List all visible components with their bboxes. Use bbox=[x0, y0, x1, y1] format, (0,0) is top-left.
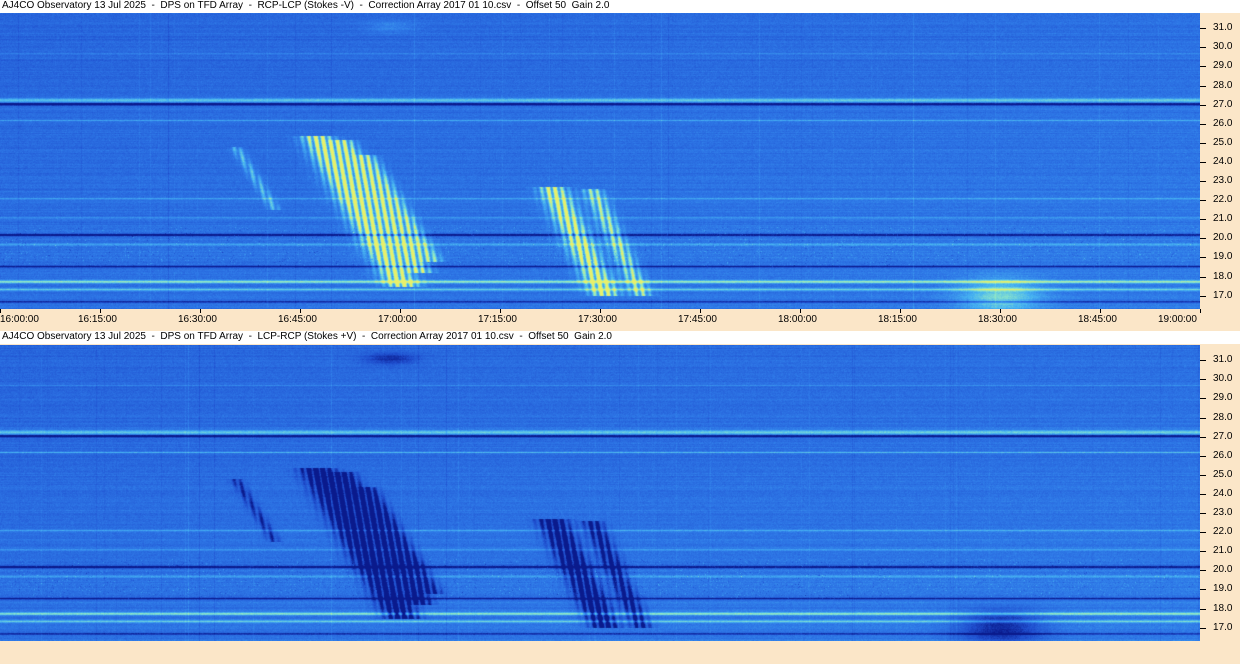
panel1-y-tick bbox=[1200, 296, 1206, 297]
panel1-y-tick bbox=[1200, 28, 1206, 29]
panel2-y-tick bbox=[1200, 379, 1206, 380]
panel1-x-tick-label: 16:15:00 bbox=[78, 314, 117, 325]
panel2-y-tick-label: 28.0 bbox=[1213, 412, 1233, 423]
panel2-y-tick bbox=[1200, 609, 1206, 610]
panel2-y-tick bbox=[1200, 360, 1206, 361]
panel2-y-tick-label: 27.0 bbox=[1213, 431, 1233, 442]
panel2-x-axis bbox=[0, 641, 1240, 664]
panel1-x-tick bbox=[800, 309, 801, 313]
panel2-y-tick bbox=[1200, 570, 1206, 571]
panel2-y-tick-label: 18.0 bbox=[1213, 603, 1233, 614]
panel1-x-tick-label: 16:45:00 bbox=[278, 314, 317, 325]
panel1-x-tick bbox=[700, 309, 701, 313]
panel1-x-axis: 16:00:00 16:15:00 16:30:00 16:45:00 17:00:00… bbox=[0, 309, 1240, 330]
panel1-x-tick-label: 17:45:00 bbox=[678, 314, 717, 325]
panel2-y-tick bbox=[1200, 532, 1206, 533]
panel1-x-tick bbox=[400, 309, 401, 313]
panel2-y-tick bbox=[1200, 398, 1206, 399]
panel2-y-tick-label: 29.0 bbox=[1213, 392, 1233, 403]
panel1-y-tick-label: 18.0 bbox=[1213, 271, 1233, 282]
panel2-title-bar: AJ4CO Observatory 13 Jul 2025 - DPS on T… bbox=[0, 331, 1240, 344]
panel2-y-tick-label: 30.0 bbox=[1213, 373, 1233, 384]
panel2-y-tick bbox=[1200, 494, 1206, 495]
panel1-x-tick bbox=[0, 309, 1, 313]
panel2-y-tick bbox=[1200, 551, 1206, 552]
panel1-y-tick-label: 17.0 bbox=[1213, 290, 1233, 301]
panel2-y-tick bbox=[1200, 437, 1206, 438]
panel1-y-tick-label: 31.0 bbox=[1213, 22, 1233, 33]
panel2-y-tick-label: 26.0 bbox=[1213, 450, 1233, 461]
panel2-y-tick bbox=[1200, 628, 1206, 629]
panel2-title: AJ4CO Observatory 13 Jul 2025 - DPS on T… bbox=[2, 331, 612, 342]
panel1-spectrogram bbox=[0, 13, 1200, 309]
panel2-heatmap-canvas bbox=[0, 345, 1200, 641]
panel1-y-tick-label: 22.0 bbox=[1213, 194, 1233, 205]
panel1-y-tick bbox=[1200, 86, 1206, 87]
panel1-y-tick bbox=[1200, 257, 1206, 258]
panel1-x-tick bbox=[600, 309, 601, 313]
panel2-y-tick bbox=[1200, 589, 1206, 590]
panel1-title-bar: AJ4CO Observatory 13 Jul 2025 - DPS on T… bbox=[0, 0, 1240, 13]
panel2-y-tick bbox=[1200, 513, 1206, 514]
panel1-y-tick-label: 25.0 bbox=[1213, 137, 1233, 148]
panel1-y-tick bbox=[1200, 162, 1206, 163]
panel1-x-tick-label: 16:30:00 bbox=[178, 314, 217, 325]
panel1-y-tick bbox=[1200, 124, 1206, 125]
panel2-y-tick-label: 25.0 bbox=[1213, 469, 1233, 480]
panel1-y-tick-label: 29.0 bbox=[1213, 60, 1233, 71]
panel1-y-tick bbox=[1200, 181, 1206, 182]
panel1-y-tick bbox=[1200, 47, 1206, 48]
panel1-y-tick-label: 20.0 bbox=[1213, 232, 1233, 243]
panel1-x-tick-label: 18:30:00 bbox=[978, 314, 1017, 325]
panel1-x-tick-label: 18:15:00 bbox=[878, 314, 917, 325]
panel1-y-tick-label: 28.0 bbox=[1213, 80, 1233, 91]
panel2-spectrogram bbox=[0, 345, 1200, 641]
panel2-y-tick bbox=[1200, 456, 1206, 457]
panel1-y-tick-label: 26.0 bbox=[1213, 118, 1233, 129]
panel1-x-tick bbox=[1000, 309, 1001, 313]
panel2-y-tick-label: 22.0 bbox=[1213, 526, 1233, 537]
panel2-y-tick-label: 23.0 bbox=[1213, 507, 1233, 518]
panel1-y-tick-label: 23.0 bbox=[1213, 175, 1233, 186]
panel2-y-tick-label: 31.0 bbox=[1213, 354, 1233, 365]
panel2-y-tick-label: 21.0 bbox=[1213, 545, 1233, 556]
panel1-x-tick bbox=[500, 309, 501, 313]
panel1-heatmap-canvas bbox=[0, 13, 1200, 309]
panel1-x-tick-label: 17:30:00 bbox=[578, 314, 617, 325]
panel1-y-tick-label: 27.0 bbox=[1213, 99, 1233, 110]
panel1-x-tick-label: 17:15:00 bbox=[478, 314, 517, 325]
panel1-x-tick-label: 18:00:00 bbox=[778, 314, 817, 325]
panel1-y-tick-label: 30.0 bbox=[1213, 41, 1233, 52]
panel1-y-tick bbox=[1200, 219, 1206, 220]
panel1-x-tick bbox=[900, 309, 901, 313]
panel1-x-tick-label: 16:00:00 bbox=[0, 314, 39, 325]
panel1-x-tick bbox=[1100, 309, 1101, 313]
panel1-y-tick-label: 21.0 bbox=[1213, 213, 1233, 224]
panel1-title: AJ4CO Observatory 13 Jul 2025 - DPS on T… bbox=[2, 0, 610, 11]
panel1-x-tick bbox=[300, 309, 301, 313]
panel1-x-tick bbox=[100, 309, 101, 313]
panel1-x-tick-label: 17:00:00 bbox=[378, 314, 417, 325]
panel1-x-tick-label: 19:00:00 bbox=[1158, 314, 1197, 325]
panel1-x-tick-label: 18:45:00 bbox=[1078, 314, 1117, 325]
panel2-y-tick bbox=[1200, 418, 1206, 419]
panel1-y-tick bbox=[1200, 238, 1206, 239]
panel1-y-tick bbox=[1200, 66, 1206, 67]
panel2-y-tick-label: 17.0 bbox=[1213, 622, 1233, 633]
panel1-y-tick-label: 19.0 bbox=[1213, 251, 1233, 262]
panel1-y-tick-label: 24.0 bbox=[1213, 156, 1233, 167]
panel2-y-tick bbox=[1200, 475, 1206, 476]
panel1-y-tick bbox=[1200, 277, 1206, 278]
panel2-y-tick-label: 24.0 bbox=[1213, 488, 1233, 499]
panel2-y-axis: 31.0 30.0 29.0 28.0 27.0 26.0 25.0 24.0 23.0 22.0… bbox=[1200, 345, 1240, 641]
panel1-x-tick bbox=[1200, 309, 1201, 313]
panel1-y-axis: 31.0 30.0 29.0 28.0 27.0 26.0 25.0 24.0 23.0 22.0… bbox=[1200, 13, 1240, 309]
panel2-y-tick-label: 20.0 bbox=[1213, 564, 1233, 575]
panel1-y-tick bbox=[1200, 143, 1206, 144]
panel1-x-tick bbox=[200, 309, 201, 313]
panel1-y-tick bbox=[1200, 105, 1206, 106]
panel2-y-tick-label: 19.0 bbox=[1213, 583, 1233, 594]
panel1-y-tick bbox=[1200, 200, 1206, 201]
